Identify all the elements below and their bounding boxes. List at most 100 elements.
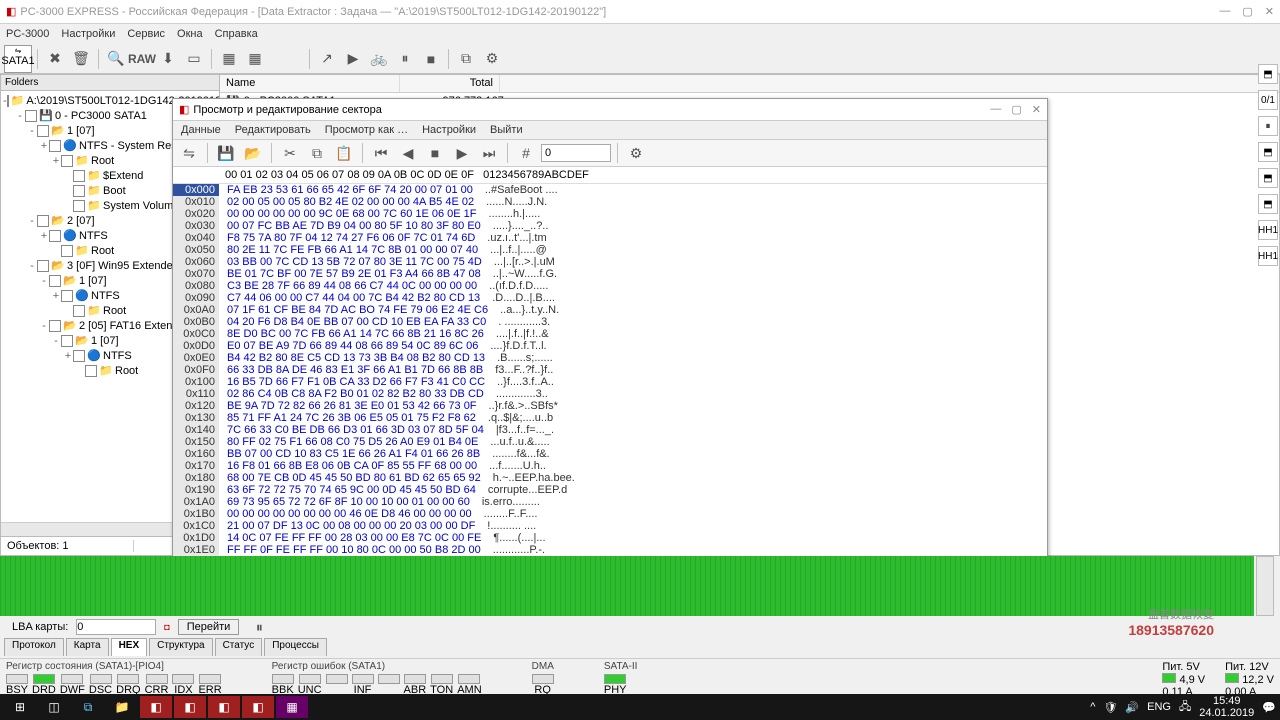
hex-menu-viewas[interactable]: Просмотр как … xyxy=(325,124,408,136)
hex-bytes[interactable]: 00 00 00 00 00 00 00 00 46 0E D8 46 00 0… xyxy=(219,508,480,520)
hex-row[interactable]: 0x10016 B5 7D 66 F7 F1 0B CA 33 D2 66 F7… xyxy=(173,376,1047,388)
tab-карта[interactable]: Карта xyxy=(66,638,109,656)
checkbox[interactable] xyxy=(49,320,61,332)
grid-icon[interactable]: ▦ xyxy=(243,47,267,71)
hex-bytes[interactable]: 02 00 05 00 05 80 B2 4E 02 00 00 00 4A B… xyxy=(219,196,482,208)
hex-row[interactable]: 0x02000 00 00 00 00 00 9C 0E 68 00 7C 60… xyxy=(173,208,1047,220)
taskbar[interactable]: ⊞ ◫ ⧉ 📁 ◧ ◧ ◧ ◧ ▦ ^ 🛡 🔊 ENG 🖧 15:49 24.0… xyxy=(0,694,1280,720)
hex-row[interactable]: 0x0E0B4 42 B2 80 8E C5 CD 13 73 3B B4 08… xyxy=(173,352,1047,364)
hex-bytes[interactable]: BE 01 7C BF 00 7E 57 B9 2E 01 F3 A4 66 8… xyxy=(219,268,489,280)
bike-icon[interactable]: 🚲 xyxy=(367,47,391,71)
lba-input[interactable] xyxy=(76,619,156,635)
hex-row[interactable]: 0x15080 FF 02 75 F1 66 08 C0 75 D5 26 A0… xyxy=(173,436,1047,448)
expand-icon[interactable]: - xyxy=(27,215,37,227)
hex-ascii[interactable]: .B......s;...... xyxy=(493,352,557,364)
hex-max-button[interactable]: ▢ xyxy=(1011,103,1021,116)
hex-row[interactable]: 0x0A007 1F 61 CF BE 84 7D AC BO 74 FE 79… xyxy=(173,304,1047,316)
hex-ascii[interactable]: .uz.ı..t'...|.tm xyxy=(483,232,550,244)
hex-menu-exit[interactable]: Выйти xyxy=(490,124,523,136)
hex-bytes[interactable]: 07 1F 61 CF BE 84 7D AC BO 74 FE 79 06 E… xyxy=(219,304,496,316)
hex-menu-settings[interactable]: Настройки xyxy=(422,124,476,136)
hex-row[interactable]: 0x03000 07 FC BB AE 7D B9 04 00 80 5F 10… xyxy=(173,220,1047,232)
hex-bytes[interactable]: 00 00 00 00 00 00 9C 0E 68 00 7C 60 1E 0… xyxy=(219,208,485,220)
hex-row[interactable]: 0x11002 86 C4 0B C8 8A F2 B0 01 02 82 B2… xyxy=(173,388,1047,400)
tray-icon[interactable]: 🖧 xyxy=(1179,698,1191,717)
close-button[interactable]: ✕ xyxy=(1265,5,1274,18)
hex-bytes[interactable]: E0 07 BE A9 7D 66 89 44 08 66 89 54 0C 8… xyxy=(219,340,486,352)
checkbox[interactable] xyxy=(37,260,49,272)
hex-bytes[interactable]: 03 BB 00 7C CD 13 5B 72 07 80 3E 11 7C 0… xyxy=(219,256,490,268)
sheet-icon[interactable]: ▭ xyxy=(182,47,206,71)
tray-icon[interactable]: 🛡 xyxy=(1103,701,1117,714)
hex-row[interactable]: 0x000FA EB 23 53 61 66 65 42 6F 6F 74 20… xyxy=(173,184,1047,196)
hex-ascii[interactable]: ...|..[r..>.|.uM xyxy=(490,256,559,268)
hex-row[interactable]: 0x080C3 BE 28 7F 66 89 44 08 66 C7 44 0C… xyxy=(173,280,1047,292)
hex-row[interactable]: 0x01002 00 05 00 05 80 B2 4E 02 00 00 00… xyxy=(173,196,1047,208)
hex-ascii[interactable]: ........h.|..... xyxy=(485,208,545,220)
folder-icon[interactable]: 📁 xyxy=(106,696,138,718)
start-button[interactable]: ⊞ xyxy=(4,696,36,718)
hex-bytes[interactable]: 80 FF 02 75 F1 66 08 C0 75 D5 26 A0 E9 0… xyxy=(219,436,486,448)
goto-button[interactable]: Перейти xyxy=(178,619,240,635)
pause-icon[interactable]: ⏸ xyxy=(393,47,417,71)
hex-row[interactable]: 0x18068 00 7E CB 0D 45 45 50 BD 80 61 BD… xyxy=(173,472,1047,484)
hex-offset-input[interactable] xyxy=(541,144,611,162)
expand-icon[interactable]: - xyxy=(15,110,25,122)
hex-ascii[interactable]: . ............3. xyxy=(494,316,554,328)
hex-ascii[interactable]: ........f&...f&. xyxy=(488,448,553,460)
hex-bytes[interactable]: B4 42 B2 80 8E C5 CD 13 73 3B B4 08 B2 8… xyxy=(219,352,493,364)
hex-ascii[interactable]: ....|.f..|f.!..& xyxy=(492,328,553,340)
hex-bytes[interactable]: 16 B5 7D 66 F7 F1 0B CA 33 D2 66 F7 F3 4… xyxy=(219,376,493,388)
hex-ascii[interactable]: ..|..~W.....f.G. xyxy=(489,268,561,280)
download-icon[interactable]: ⬇ xyxy=(156,47,180,71)
export-icon[interactable]: ↗ xyxy=(315,47,339,71)
hex-row[interactable]: 0x040F8 75 7A 80 7F 04 12 74 27 F6 06 0F… xyxy=(173,232,1047,244)
checkbox[interactable] xyxy=(49,230,61,242)
hex-bytes[interactable]: 8E D0 BC 00 7C FB 66 A1 14 7C 66 8B 21 1… xyxy=(219,328,492,340)
hex-ascii[interactable]: ...|..f..|.....@ xyxy=(486,244,551,256)
pause-icon[interactable]: ⏸ xyxy=(247,615,271,639)
copy-icon[interactable]: ⧉ xyxy=(454,47,478,71)
rail-button[interactable]: ⬒ xyxy=(1258,142,1278,162)
expand-icon[interactable]: - xyxy=(39,275,49,287)
hex-ascii[interactable]: .q..$|&;....u..b xyxy=(484,412,557,424)
stop-icon[interactable]: ■ xyxy=(419,47,443,71)
binoculars-icon[interactable]: 🔍 xyxy=(104,47,128,71)
hex-row[interactable]: 0x1E0FF FF 0F FE FF FF 00 10 80 0C 00 00… xyxy=(173,544,1047,556)
expand-icon[interactable]: - xyxy=(27,125,37,137)
hash-icon[interactable]: # xyxy=(514,141,538,165)
hex-bytes[interactable]: C7 44 06 00 00 C7 44 04 00 7C B4 42 B2 8… xyxy=(219,292,488,304)
hex-title-bar[interactable]: ◧ Просмотр и редактирование сектора — ▢ … xyxy=(173,99,1047,121)
checkbox[interactable] xyxy=(73,170,85,182)
sliders-icon[interactable]: ⚙ xyxy=(480,47,504,71)
hex-bytes[interactable]: 85 71 FF A1 24 7C 26 3B 06 E5 05 01 75 F… xyxy=(219,412,484,424)
hex-menu-edit[interactable]: Редактировать xyxy=(235,124,311,136)
lba-red-icon[interactable]: ◘ xyxy=(164,622,169,632)
hex-bytes[interactable]: 02 86 C4 0B C8 8A F2 B0 01 02 82 B2 80 3… xyxy=(219,388,492,400)
hex-bytes[interactable]: 80 2E 11 7C FE FB 66 A1 14 7C 8B 01 00 0… xyxy=(219,244,486,256)
hex-bytes[interactable]: 7C 66 33 C0 BE DB 66 D3 01 66 3D 03 07 8… xyxy=(219,424,492,436)
expand-icon[interactable]: - xyxy=(51,335,61,347)
play-icon[interactable]: ▶ xyxy=(341,47,365,71)
menu-help[interactable]: Справка xyxy=(215,28,258,40)
tray-icon[interactable]: 💬 xyxy=(1262,701,1276,714)
checkbox[interactable] xyxy=(61,245,73,257)
rail-button[interactable]: ⏸ xyxy=(1258,116,1278,136)
stop-nav-icon[interactable]: ■ xyxy=(423,141,447,165)
expand-icon[interactable]: + xyxy=(39,140,49,152)
hex-ascii[interactable]: .....}...._..?.. xyxy=(489,220,553,232)
hex-ascii[interactable]: |f3...f..f=..._. xyxy=(492,424,558,436)
hex-ascii[interactable]: f3...F..?f..}f.. xyxy=(491,364,557,376)
checkbox[interactable] xyxy=(73,185,85,197)
hex-bytes[interactable]: FF FF 0F FE FF FF 00 10 80 0C 00 00 50 B… xyxy=(219,544,489,556)
task-app[interactable]: ◧ xyxy=(242,696,274,718)
checkbox[interactable] xyxy=(49,140,61,152)
hex-ascii[interactable]: .............3.. xyxy=(492,388,552,400)
hex-ascii[interactable]: is.erro......... xyxy=(478,496,544,508)
rail-button[interactable]: ⬒ xyxy=(1258,168,1278,188)
checkbox[interactable] xyxy=(85,365,97,377)
sliders-icon[interactable]: ⚙ xyxy=(624,141,648,165)
checkbox[interactable] xyxy=(49,275,61,287)
hex-bytes[interactable]: 14 0C 07 FE FF FF 00 28 03 00 00 E8 7C 0… xyxy=(219,532,489,544)
checkbox[interactable] xyxy=(7,95,9,107)
